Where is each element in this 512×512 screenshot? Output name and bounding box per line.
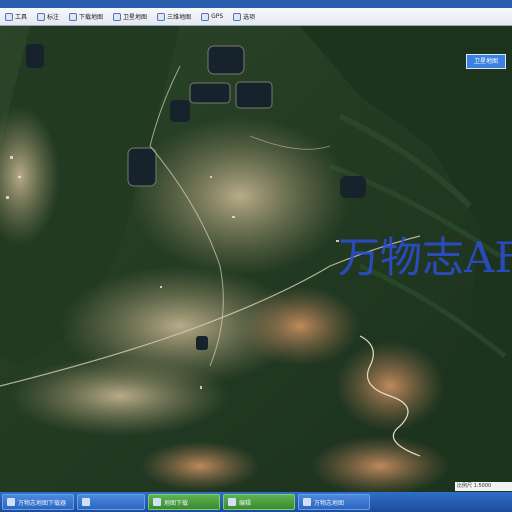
window-icon (82, 498, 90, 506)
map-type-button[interactable]: 卫星地图 (466, 54, 506, 69)
taskbar-item-2[interactable] (77, 494, 145, 510)
taskbar-item-3[interactable]: 地图下载 (148, 494, 220, 510)
pond-3 (235, 81, 273, 109)
map-toolbar: 工具 标注 下载地图 卫星地图 三维地图 GPS 选项 (0, 8, 512, 26)
clearing-central (130, 116, 350, 276)
toolbar-tool[interactable]: 工具 (2, 10, 30, 24)
toolbar-tool-label: 工具 (15, 14, 28, 21)
satellite-map-view[interactable]: 卫星地图 万物志AF 比例尺 1:5000 (0, 26, 512, 492)
pond-6 (26, 44, 44, 68)
toolbar-download-label: 下载地图 (79, 14, 104, 21)
toolbar-satellite[interactable]: 卫星地图 (110, 10, 150, 24)
taskbar-item-5-label: 万物志地图 (314, 499, 345, 507)
map-icon (303, 498, 311, 506)
taskbar-item-1-label: 万物志地图下载器 (18, 499, 67, 507)
soil-patch-center (240, 286, 360, 366)
download-icon (69, 12, 78, 21)
toolbar-satellite-label: 卫星地图 (123, 14, 148, 21)
pond-1 (207, 45, 245, 75)
taskbar-item-4[interactable]: 编辑 (223, 494, 295, 510)
settings-icon (233, 12, 242, 21)
toolbar-3d-label: 三维地图 (167, 14, 192, 21)
toolbar-marker-label: 标注 (47, 14, 60, 21)
taskbar-item-4-label: 编辑 (239, 499, 252, 507)
taskbar-item-3-label: 地图下载 (164, 499, 189, 507)
toolbar-download[interactable]: 下载地图 (66, 10, 106, 24)
toolbar-options-label: 选项 (243, 14, 256, 21)
toolbar-gps[interactable]: GPS (198, 10, 226, 24)
gps-icon (201, 12, 210, 21)
pond-2 (189, 82, 231, 104)
app-icon (7, 498, 15, 506)
pond-5 (170, 100, 190, 122)
download-icon (153, 498, 161, 506)
taskbar: 万物志地图下载器 地图下载 编辑 万物志地图 (0, 492, 512, 512)
taskbar-item-1[interactable]: 万物志地图下载器 (2, 494, 74, 510)
tool-icon (5, 12, 13, 21)
watermark-text: 万物志AF (338, 233, 512, 282)
toolbar-marker[interactable]: 标注 (34, 10, 62, 24)
soil-patch-east (335, 341, 445, 431)
toolbar-gps-label: GPS (211, 13, 224, 20)
pin-icon (37, 12, 46, 21)
scale-indicator: 比例尺 1:5000 (455, 482, 512, 491)
taskbar-item-5[interactable]: 万物志地图 (298, 494, 370, 510)
satellite-icon (113, 12, 122, 21)
edit-icon (228, 498, 236, 506)
window-title-strip (0, 0, 512, 8)
toolbar-options[interactable]: 选项 (230, 10, 258, 24)
pond-4 (127, 147, 157, 187)
toolbar-3d[interactable]: 三维地图 (154, 10, 194, 24)
globe-icon (157, 12, 166, 21)
pond-7 (340, 176, 366, 198)
